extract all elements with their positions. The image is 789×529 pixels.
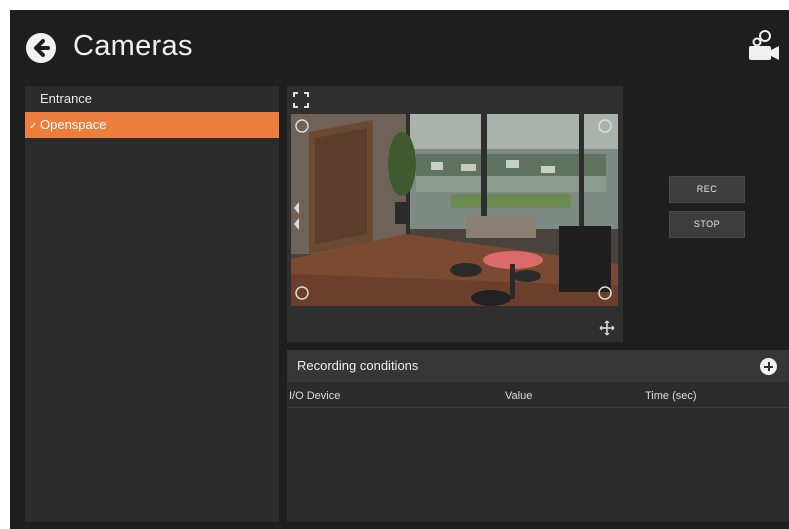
column-io-device: I/O Device xyxy=(289,390,341,402)
recording-conditions-title: Recording conditions xyxy=(297,358,419,373)
move-cross-icon[interactable] xyxy=(599,320,615,336)
camera-settings-icon[interactable] xyxy=(747,28,781,66)
table-header: I/O Device Value Time (sec) xyxy=(287,382,789,408)
fullscreen-icon[interactable] xyxy=(293,92,309,108)
plus-circle-icon[interactable] xyxy=(760,358,777,375)
camera-image xyxy=(291,114,618,306)
back-button[interactable] xyxy=(26,33,56,63)
camera-list: Entrance ✓ Openspace xyxy=(25,86,279,522)
arrow-left-circle-icon xyxy=(34,39,50,57)
stop-button[interactable]: STOP xyxy=(669,211,745,238)
camera-item-label: Entrance xyxy=(40,91,93,106)
camera-video-feed[interactable] xyxy=(291,114,618,306)
rec-button[interactable]: REC xyxy=(669,176,745,203)
cameras-screen: Cameras Entrance ✓ Openspace REC STOP Re… xyxy=(10,10,789,529)
camera-item-entrance[interactable]: Entrance xyxy=(25,86,279,112)
checkmark-icon: ✓ xyxy=(29,121,38,132)
video-panel xyxy=(287,86,623,342)
camera-item-label: Openspace xyxy=(40,117,107,132)
column-time: Time (sec) xyxy=(645,390,697,402)
recording-conditions-header: Recording conditions xyxy=(287,350,789,382)
column-value: Value xyxy=(505,390,533,402)
page-title: Cameras xyxy=(73,30,193,62)
camera-item-openspace[interactable]: ✓ Openspace xyxy=(25,112,279,138)
header: Cameras xyxy=(10,10,789,84)
recording-conditions-panel: Recording conditions I/O Device Value Ti… xyxy=(287,350,789,522)
